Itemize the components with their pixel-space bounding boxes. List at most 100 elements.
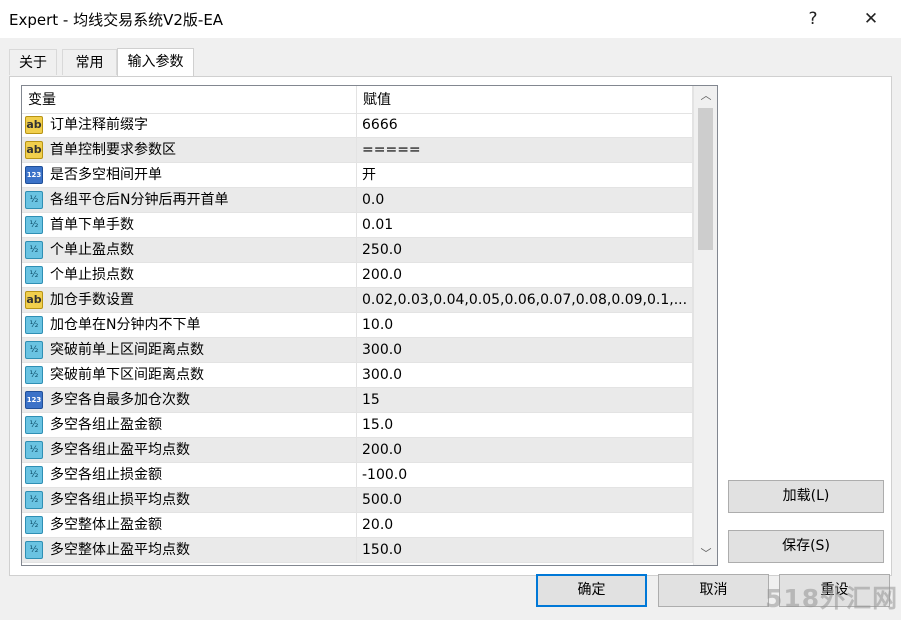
value-cell[interactable]: =====: [357, 138, 693, 162]
table-row[interactable]: 123 是否多空相间开单 开: [22, 163, 693, 188]
cancel-button[interactable]: 取消: [658, 574, 769, 607]
value-cell[interactable]: 0.02,0.03,0.04,0.05,0.06,0.07,0.08,0.09,…: [357, 288, 693, 312]
value-cell[interactable]: 开: [357, 163, 693, 187]
parameter-grid: 变量 赋值 ab 订单注释前缀字 6666 ab 首单控制要求参数区 ===== 123 是否…: [21, 85, 718, 566]
table-row[interactable]: ½ 个单止盈点数 250.0: [22, 238, 693, 263]
double-type-icon: ½: [25, 441, 43, 459]
variable-cell: ab 加仓手数设置: [22, 288, 357, 312]
value-cell[interactable]: 500.0: [357, 488, 693, 512]
value-cell[interactable]: 15.0: [357, 413, 693, 437]
grid-rows: ab 订单注释前缀字 6666 ab 首单控制要求参数区 ===== 123 是否多空相间开单…: [22, 113, 693, 563]
variable-cell: ½ 多空各组止损平均点数: [22, 488, 357, 512]
double-type-icon: ½: [25, 366, 43, 384]
column-header-value[interactable]: 赋值: [357, 86, 693, 113]
value-cell[interactable]: 0.0: [357, 188, 693, 212]
table-row[interactable]: ½ 多空整体止盈金额 20.0: [22, 513, 693, 538]
variable-name: 个单止损点数: [50, 267, 134, 283]
value-cell[interactable]: 6666: [357, 113, 693, 137]
variable-name: 是否多空相间开单: [50, 167, 162, 183]
value-cell[interactable]: 15: [357, 388, 693, 412]
variable-cell: ab 订单注释前缀字: [22, 113, 357, 137]
value-cell[interactable]: 10.0: [357, 313, 693, 337]
double-type-icon: ½: [25, 416, 43, 434]
variable-cell: ½ 突破前单上区间距离点数: [22, 338, 357, 362]
integer-type-icon: 123: [25, 391, 43, 409]
double-type-icon: ½: [25, 516, 43, 534]
scroll-down-icon[interactable]: ﹀: [694, 544, 717, 564]
variable-name: 首单控制要求参数区: [50, 142, 176, 158]
string-type-icon: ab: [25, 116, 43, 134]
window-title: Expert - 均线交易系统V2版-EA: [9, 11, 224, 29]
variable-name: 个单止盈点数: [50, 242, 134, 258]
tab-common[interactable]: 常用: [62, 49, 117, 75]
load-button[interactable]: 加载(L): [728, 480, 884, 513]
value-cell[interactable]: 150.0: [357, 538, 693, 562]
value-cell[interactable]: 200.0: [357, 438, 693, 462]
variable-name: 加仓单在N分钟内不下单: [50, 317, 201, 333]
save-button[interactable]: 保存(S): [728, 530, 884, 563]
table-row[interactable]: ab 订单注释前缀字 6666: [22, 113, 693, 138]
table-row[interactable]: ab 加仓手数设置 0.02,0.03,0.04,0.05,0.06,0.07,0.…: [22, 288, 693, 313]
double-type-icon: ½: [25, 241, 43, 259]
tab-about[interactable]: 关于: [9, 49, 57, 75]
variable-name: 多空各自最多加仓次数: [50, 392, 190, 408]
string-type-icon: ab: [25, 291, 43, 309]
scroll-up-icon[interactable]: ︿: [694, 86, 717, 106]
variable-cell: 123 多空各自最多加仓次数: [22, 388, 357, 412]
table-row[interactable]: 123 多空各自最多加仓次数 15: [22, 388, 693, 413]
variable-cell: ½ 多空各组止盈金额: [22, 413, 357, 437]
variable-name: 多空各组止损金额: [50, 467, 162, 483]
string-type-icon: ab: [25, 141, 43, 159]
scrollbar-thumb[interactable]: [698, 108, 713, 250]
variable-cell: 123 是否多空相间开单: [22, 163, 357, 187]
variable-cell: ½ 个单止损点数: [22, 263, 357, 287]
double-type-icon: ½: [25, 266, 43, 284]
value-cell[interactable]: 300.0: [357, 338, 693, 362]
variable-cell: ½ 多空各组止损金额: [22, 463, 357, 487]
variable-name: 多空整体止盈平均点数: [50, 542, 190, 558]
value-cell[interactable]: 20.0: [357, 513, 693, 537]
table-row[interactable]: ½ 首单下单手数 0.01: [22, 213, 693, 238]
variable-cell: ½ 个单止盈点数: [22, 238, 357, 262]
table-row[interactable]: ½ 多空各组止损平均点数 500.0: [22, 488, 693, 513]
double-type-icon: ½: [25, 316, 43, 334]
double-type-icon: ½: [25, 216, 43, 234]
tab-input-params[interactable]: 输入参数: [117, 48, 194, 76]
variable-name: 突破前单上区间距离点数: [50, 342, 204, 358]
value-cell[interactable]: 200.0: [357, 263, 693, 287]
table-row[interactable]: ab 首单控制要求参数区 =====: [22, 138, 693, 163]
close-icon[interactable]: ✕: [851, 6, 891, 32]
table-row[interactable]: ½ 个单止损点数 200.0: [22, 263, 693, 288]
vertical-scrollbar[interactable]: ︿ ﹀: [693, 86, 717, 565]
variable-name: 加仓手数设置: [50, 292, 134, 308]
value-cell[interactable]: 0.01: [357, 213, 693, 237]
table-row[interactable]: ½ 多空各组止损金额 -100.0: [22, 463, 693, 488]
value-cell[interactable]: 300.0: [357, 363, 693, 387]
variable-name: 订单注释前缀字: [50, 117, 148, 133]
double-type-icon: ½: [25, 541, 43, 559]
variable-name: 多空各组止盈金额: [50, 417, 162, 433]
variable-name: 突破前单下区间距离点数: [50, 367, 204, 383]
variable-cell: ½ 突破前单下区间距离点数: [22, 363, 357, 387]
table-row[interactable]: ½ 多空各组止盈金额 15.0: [22, 413, 693, 438]
table-row[interactable]: ½ 多空各组止盈平均点数 200.0: [22, 438, 693, 463]
value-cell[interactable]: 250.0: [357, 238, 693, 262]
help-icon[interactable]: ?: [793, 6, 833, 32]
variable-cell: ½ 各组平仓后N分钟后再开首单: [22, 188, 357, 212]
double-type-icon: ½: [25, 341, 43, 359]
watermark: 518外汇网: [765, 584, 899, 613]
variable-cell: ½ 首单下单手数: [22, 213, 357, 237]
table-row[interactable]: ½ 加仓单在N分钟内不下单 10.0: [22, 313, 693, 338]
variable-cell: ½ 多空整体止盈金额: [22, 513, 357, 537]
table-row[interactable]: ½ 多空整体止盈平均点数 150.0: [22, 538, 693, 563]
double-type-icon: ½: [25, 466, 43, 484]
variable-name: 各组平仓后N分钟后再开首单: [50, 192, 229, 208]
variable-cell: ½ 多空各组止盈平均点数: [22, 438, 357, 462]
column-header-variable[interactable]: 变量: [22, 86, 357, 113]
value-cell[interactable]: -100.0: [357, 463, 693, 487]
table-row[interactable]: ½ 各组平仓后N分钟后再开首单 0.0: [22, 188, 693, 213]
table-row[interactable]: ½ 突破前单上区间距离点数 300.0: [22, 338, 693, 363]
double-type-icon: ½: [25, 191, 43, 209]
table-row[interactable]: ½ 突破前单下区间距离点数 300.0: [22, 363, 693, 388]
ok-button[interactable]: 确定: [536, 574, 647, 607]
